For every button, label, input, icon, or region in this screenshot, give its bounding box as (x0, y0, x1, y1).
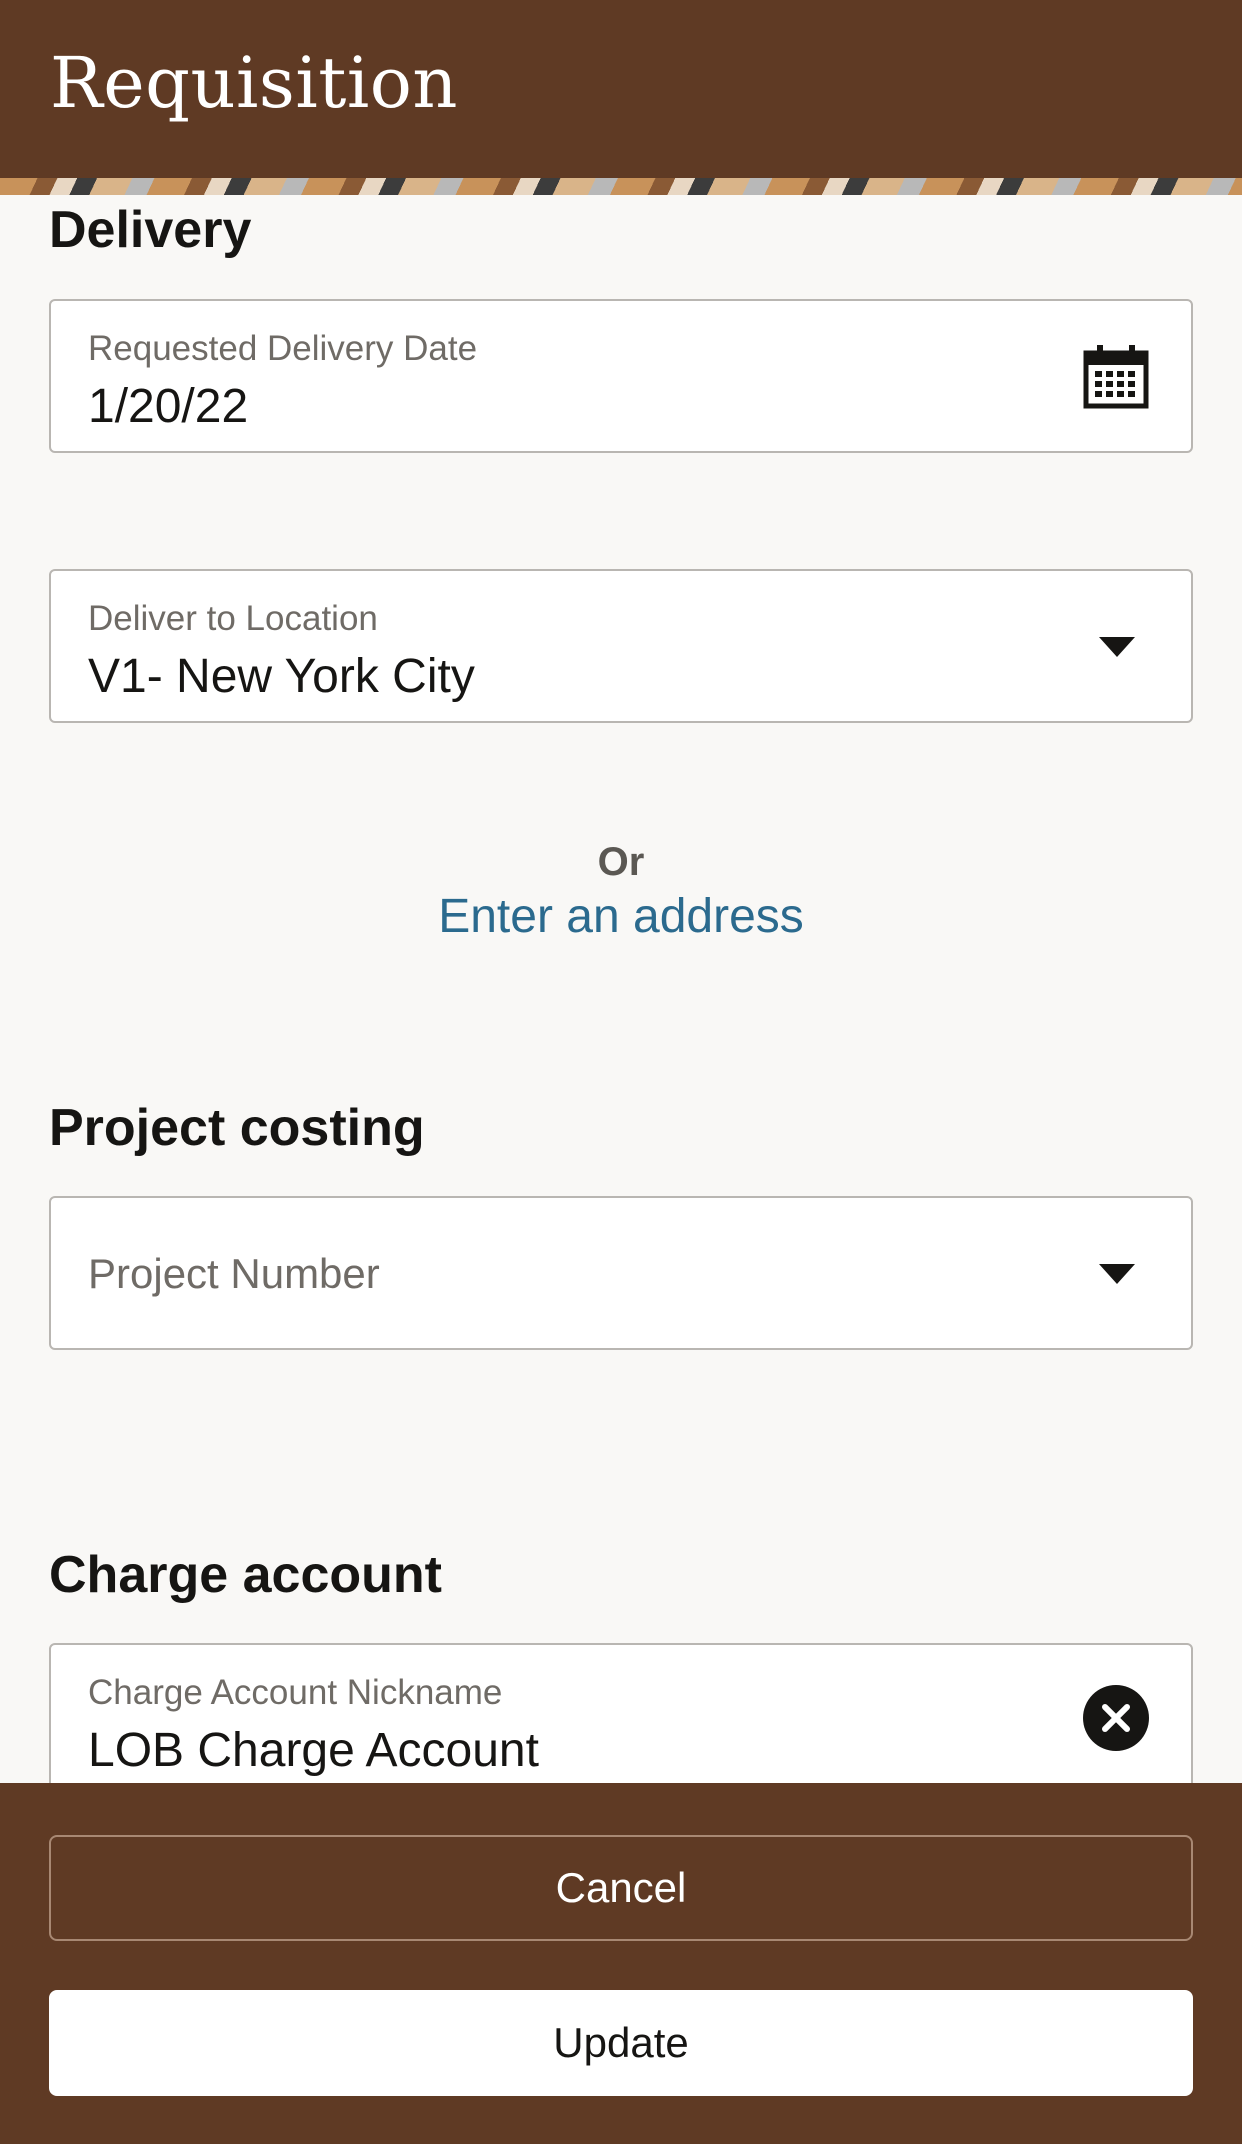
header-decorative-strip (0, 178, 1242, 195)
caret-down-icon[interactable] (1099, 637, 1135, 657)
charge-account-nickname-label: Charge Account Nickname (88, 1673, 503, 1712)
enter-address-link[interactable]: Enter an address (0, 889, 1242, 944)
project-costing-section-title: Project costing (49, 1099, 425, 1157)
clear-icon[interactable] (1083, 1685, 1149, 1751)
deliver-to-location-value[interactable]: V1- New York City (88, 649, 475, 704)
caret-down-icon[interactable] (1099, 1264, 1135, 1284)
project-number-placeholder: Project Number (88, 1250, 380, 1297)
action-footer: Cancel Update (0, 1783, 1242, 2144)
deliver-to-location-label: Deliver to Location (88, 599, 378, 638)
page-title: Requisition (50, 42, 458, 124)
charge-account-nickname-value[interactable]: LOB Charge Account (88, 1723, 539, 1778)
calendar-icon[interactable] (1083, 343, 1149, 409)
requested-delivery-date-label: Requested Delivery Date (88, 329, 478, 368)
delivery-section-title: Delivery (49, 201, 252, 259)
charge-account-nickname-field[interactable]: Charge Account Nickname LOB Charge Accou… (49, 1643, 1193, 1783)
deliver-to-location-select[interactable]: Deliver to Location V1- New York City (49, 569, 1193, 723)
update-button[interactable]: Update (49, 1990, 1193, 2096)
project-number-select[interactable]: Project Number (49, 1196, 1193, 1350)
form-content[interactable]: Delivery Requested Delivery Date 1/20/22 (0, 195, 1242, 1783)
requested-delivery-date-value[interactable]: 1/20/22 (88, 379, 248, 434)
or-separator: Or (597, 840, 645, 884)
cancel-button[interactable]: Cancel (49, 1835, 1193, 1941)
requisition-page: Requisition Delivery Requested Delivery … (0, 0, 1242, 2144)
requested-delivery-date-field[interactable]: Requested Delivery Date 1/20/22 (49, 299, 1193, 453)
charge-account-section-title: Charge account (49, 1546, 442, 1604)
app-header: Requisition (0, 0, 1242, 178)
